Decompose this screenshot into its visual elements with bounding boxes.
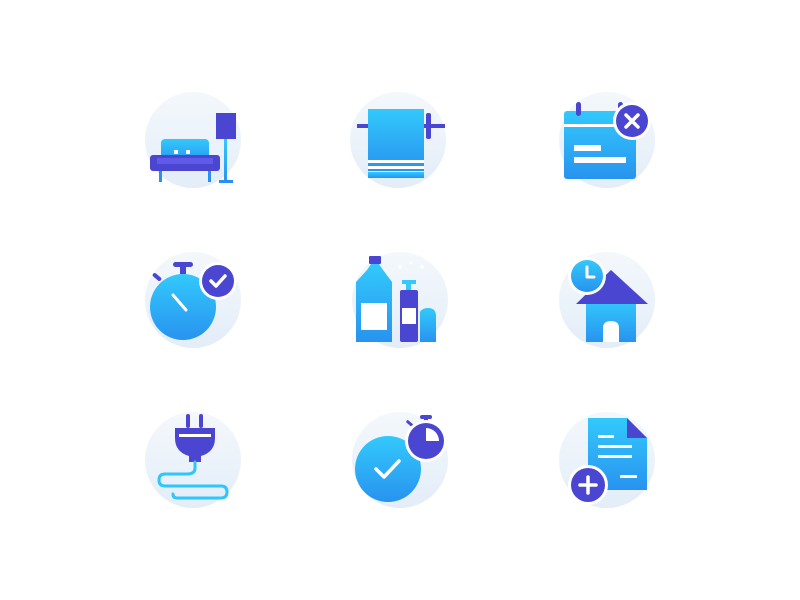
icon-set-canvas <box>0 0 800 600</box>
calendar-cancel-icon <box>545 88 665 198</box>
add-document-icon <box>545 408 665 518</box>
towel-icon <box>340 88 460 198</box>
cleaning-products-icon <box>340 248 460 358</box>
stopwatch-check-icon <box>135 248 255 358</box>
power-plug-icon <box>135 408 255 518</box>
living-room-icon <box>135 88 255 198</box>
house-clock-icon <box>545 248 665 358</box>
timer-check-icon <box>340 408 460 518</box>
